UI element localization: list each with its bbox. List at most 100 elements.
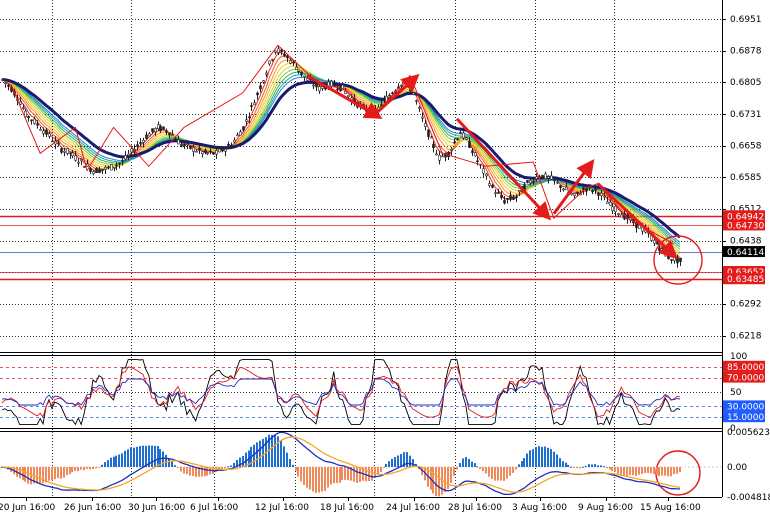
macd-histogram-bar bbox=[83, 467, 85, 471]
candle-body bbox=[441, 155, 444, 158]
macd-histogram-bar bbox=[89, 467, 91, 470]
macd-histogram-bar bbox=[567, 464, 569, 468]
price-tick-label: 0.6438 bbox=[730, 237, 762, 247]
oscillator-tag-label: 85.0000 bbox=[727, 363, 764, 373]
candle-body bbox=[215, 150, 218, 155]
macd-histogram-bar bbox=[371, 467, 373, 481]
macd-histogram-bar bbox=[280, 440, 282, 468]
candle-body bbox=[242, 126, 245, 131]
trend-arrow bbox=[455, 117, 552, 221]
candle-body bbox=[192, 147, 195, 152]
candle-body bbox=[318, 86, 321, 92]
macd-histogram-bar bbox=[594, 464, 596, 468]
candle-body bbox=[127, 153, 130, 156]
candle-body bbox=[124, 155, 127, 160]
candle-body bbox=[4, 82, 7, 85]
macd-histogram-bar bbox=[177, 467, 179, 469]
macd-histogram-bar bbox=[506, 467, 508, 479]
x-tick-label: 3 Aug 16:00 bbox=[512, 503, 567, 513]
macd-histogram-bar bbox=[227, 466, 229, 468]
macd-histogram-bar bbox=[286, 452, 288, 468]
candle-body bbox=[459, 132, 462, 134]
macd-histogram-bar bbox=[600, 465, 602, 468]
candle-body bbox=[145, 134, 148, 139]
macd-histogram-bar bbox=[124, 450, 126, 468]
macd-histogram-bar bbox=[192, 467, 194, 476]
macd-histogram-bar bbox=[673, 467, 675, 475]
candle-body bbox=[86, 163, 89, 167]
candle-body bbox=[462, 132, 465, 139]
candle-body bbox=[573, 193, 576, 196]
macd-histogram-bar bbox=[368, 467, 370, 481]
macd-histogram-bar bbox=[535, 447, 537, 468]
macd-line bbox=[1, 431, 681, 496]
macd-histogram-bar bbox=[656, 467, 658, 475]
candle-body bbox=[224, 148, 227, 152]
candle-body bbox=[559, 185, 562, 188]
macd-histogram-bar bbox=[115, 455, 117, 468]
macd-histogram-bar bbox=[27, 467, 29, 484]
macd-histogram-bar bbox=[107, 460, 109, 468]
macd-histogram-bar bbox=[359, 467, 361, 482]
candle-body bbox=[553, 179, 556, 182]
candle-body bbox=[268, 60, 271, 65]
macd-histogram-bar bbox=[306, 467, 308, 488]
candle-body bbox=[51, 140, 54, 143]
macd-histogram-bar bbox=[101, 464, 103, 468]
candle-body bbox=[597, 192, 600, 196]
candle-body bbox=[1, 79, 4, 81]
candle-body bbox=[609, 201, 612, 206]
macd-histogram-bar bbox=[591, 464, 593, 468]
macd-histogram-bar bbox=[667, 467, 669, 477]
macd-histogram-bar bbox=[573, 467, 575, 469]
candle-body bbox=[280, 49, 283, 52]
macd-histogram-bar bbox=[186, 467, 188, 475]
macd-histogram-bar bbox=[658, 467, 660, 477]
candle-body bbox=[591, 190, 594, 193]
macd-histogram-bar bbox=[22, 467, 24, 481]
macd-histogram-bar bbox=[341, 467, 343, 481]
macd-histogram-bar bbox=[77, 467, 79, 472]
macd-histogram-bar bbox=[36, 467, 38, 484]
candle-body bbox=[515, 196, 518, 198]
candle-body bbox=[532, 180, 535, 183]
price-tick-label: 0.6805 bbox=[730, 78, 762, 88]
candle-body bbox=[485, 173, 488, 177]
macd-histogram-bar bbox=[292, 464, 294, 468]
candle-body bbox=[30, 119, 33, 122]
macd-histogram-bar bbox=[444, 467, 446, 493]
macd-histogram-bar bbox=[394, 457, 396, 468]
macd-histogram-bar bbox=[297, 467, 299, 477]
macd-histogram-bar bbox=[86, 467, 88, 469]
candle-body bbox=[139, 142, 142, 144]
x-tick-label: 30 Jun 16:00 bbox=[128, 503, 185, 513]
candle-body bbox=[550, 175, 553, 180]
macd-histogram-bar bbox=[333, 467, 335, 484]
candle-body bbox=[19, 101, 22, 105]
price-tick-label: 0.6585 bbox=[730, 173, 762, 183]
macd-histogram-bar bbox=[336, 467, 338, 484]
macd-histogram-bar bbox=[609, 467, 611, 470]
macd-histogram-bar bbox=[556, 454, 558, 468]
candle-body bbox=[250, 105, 253, 107]
macd-histogram-bar bbox=[529, 450, 531, 468]
macd-histogram-bar bbox=[465, 456, 467, 468]
macd-histogram-bar bbox=[614, 467, 616, 472]
candle-body bbox=[565, 186, 568, 191]
macd-histogram-bar bbox=[476, 466, 478, 468]
macd-histogram-bar bbox=[98, 467, 100, 469]
macd-histogram-bar bbox=[494, 467, 496, 481]
candle-body bbox=[453, 141, 456, 144]
candle-body bbox=[333, 84, 336, 87]
candle-body bbox=[664, 252, 667, 257]
candle-body bbox=[614, 205, 617, 212]
macd-histogram-bar bbox=[471, 461, 473, 468]
macd-histogram-bar bbox=[157, 446, 159, 468]
macd-panel bbox=[0, 431, 722, 497]
candle-body bbox=[600, 192, 603, 196]
macd-histogram-bar bbox=[168, 458, 170, 468]
candle-body bbox=[104, 166, 107, 170]
macd-histogram-bar bbox=[500, 467, 502, 481]
candle-body bbox=[39, 129, 42, 131]
candle-body bbox=[547, 176, 550, 179]
